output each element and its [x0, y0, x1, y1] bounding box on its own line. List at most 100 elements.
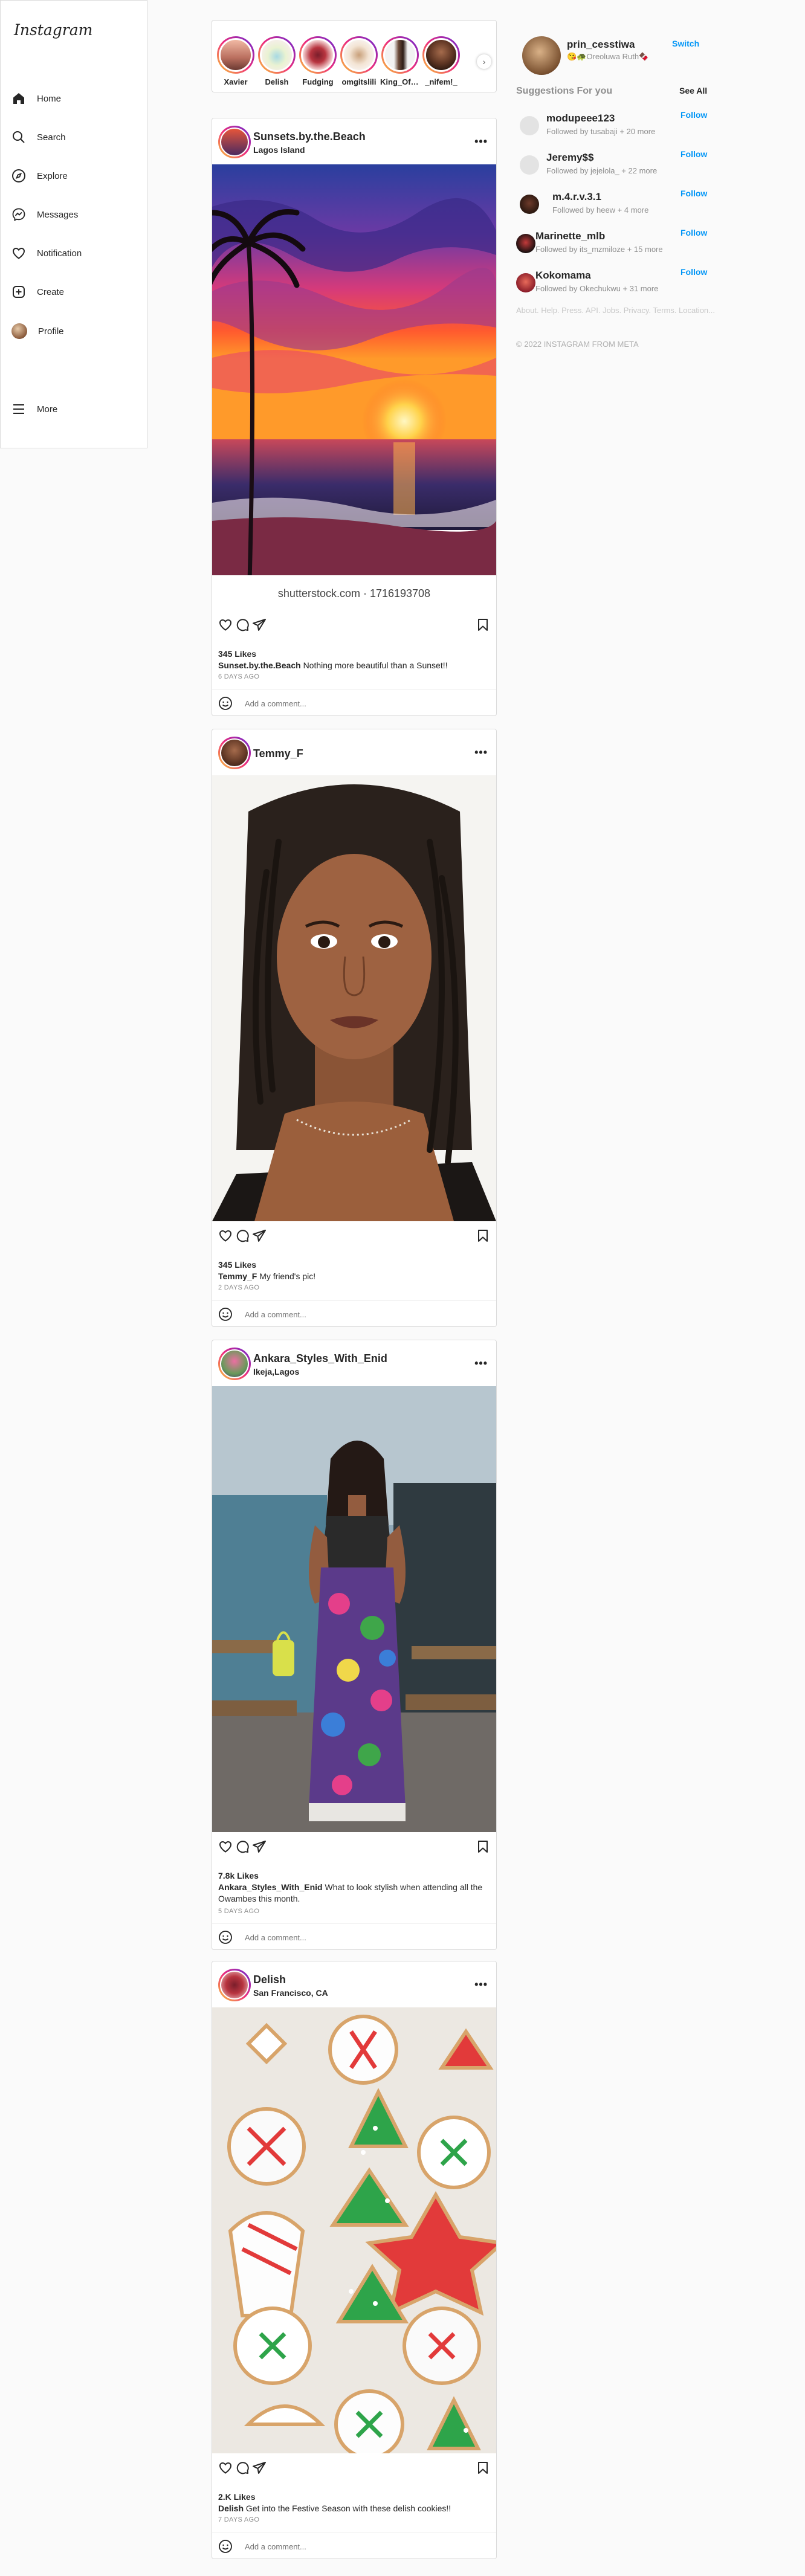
comment-input[interactable] — [245, 2540, 474, 2552]
instagram-logo[interactable]: Instagram — [14, 21, 92, 39]
share-icon[interactable] — [252, 1839, 267, 1854]
bookmark-icon[interactable] — [476, 1839, 490, 1854]
like-count[interactable]: 345 Likes — [218, 649, 256, 659]
comment-bar — [212, 689, 496, 716]
story-item[interactable]: omgitslili — [339, 36, 379, 86]
next-stories-button[interactable]: › — [477, 54, 491, 69]
sidebar-item-messages[interactable]: Messages — [8, 202, 82, 227]
like-count[interactable]: 2.K Likes — [218, 2492, 255, 2502]
post-header: Sunsets.by.the.Beach Lagos Island ••• — [212, 118, 496, 162]
sidebar-item-label: Create — [37, 286, 65, 297]
caption-username[interactable]: Sunset.by.the.Beach — [218, 660, 301, 670]
like-count[interactable]: 7.8k Likes — [218, 1871, 259, 1880]
share-icon[interactable] — [252, 618, 267, 632]
post-timestamp[interactable]: 2 DAYS AGO — [218, 1284, 259, 1291]
avatar[interactable] — [522, 36, 561, 75]
suggestion-username[interactable]: Jeremy$$ — [546, 152, 593, 164]
story-item[interactable]: Fudging — [298, 36, 338, 86]
like-icon[interactable] — [218, 1839, 233, 1854]
footer-links[interactable]: About. Help. Press. API. Jobs. Privacy. … — [516, 305, 716, 317]
story-item[interactable]: King_Of_H — [380, 36, 420, 86]
post-username[interactable]: Temmy_F — [253, 747, 303, 760]
share-icon[interactable] — [252, 2461, 267, 2475]
avatar[interactable] — [520, 116, 539, 135]
like-icon[interactable] — [218, 618, 233, 632]
emoji-icon[interactable] — [218, 1930, 233, 1945]
post-location[interactable]: Lagos Island — [253, 145, 305, 155]
post-image[interactable] — [212, 775, 496, 1221]
suggestion-username[interactable]: Kokomama — [535, 270, 591, 282]
post-username[interactable]: Delish — [253, 1974, 286, 1986]
post-timestamp[interactable]: 6 DAYS AGO — [218, 673, 259, 680]
more-options-icon[interactable]: ••• — [474, 1978, 488, 1991]
avatar[interactable] — [520, 195, 539, 214]
sidebar-item-create[interactable]: Create — [8, 280, 68, 304]
comment-icon[interactable] — [235, 1839, 250, 1854]
follow-button[interactable]: Follow — [681, 149, 707, 159]
comment-input[interactable] — [245, 1931, 474, 1943]
follow-button[interactable]: Follow — [681, 228, 707, 237]
post-avatar[interactable] — [218, 737, 251, 769]
switch-account-button[interactable]: Switch — [672, 39, 699, 48]
sidebar-item-profile[interactable]: Profile — [8, 319, 68, 343]
comment-icon[interactable] — [235, 2461, 250, 2475]
see-all-button[interactable]: See All — [679, 86, 707, 95]
like-icon[interactable] — [218, 2461, 233, 2475]
sidebar-item-notification[interactable]: Notification — [8, 241, 85, 265]
post-image[interactable] — [212, 1386, 496, 1832]
like-count[interactable]: 345 Likes — [218, 1260, 256, 1270]
suggestion-username[interactable]: m.4.r.v.3.1 — [552, 191, 601, 203]
post-card: Sunsets.by.the.Beach Lagos Island ••• sh… — [212, 118, 497, 716]
story-item[interactable]: _nifem!_ — [421, 36, 461, 86]
story-item[interactable]: Delish — [257, 36, 297, 86]
post-timestamp[interactable]: 5 DAYS AGO — [218, 1908, 259, 1915]
sidebar-item-home[interactable]: Home — [8, 86, 65, 111]
post-timestamp[interactable]: 7 DAYS AGO — [218, 2516, 259, 2523]
post-image[interactable] — [212, 2007, 496, 2453]
like-icon[interactable] — [218, 1228, 233, 1243]
emoji-icon[interactable] — [218, 1307, 233, 1322]
post-location[interactable]: Ikeja,Lagos — [253, 1367, 299, 1377]
emoji-icon[interactable] — [218, 696, 233, 711]
suggestion-item: m.4.r.v.3.1 Followed by heew + 4 more Fo… — [516, 189, 716, 225]
follow-button[interactable]: Follow — [681, 189, 707, 198]
sidebar-item-explore[interactable]: Explore — [8, 164, 71, 188]
share-icon[interactable] — [252, 1228, 267, 1243]
more-options-icon[interactable]: ••• — [474, 1357, 488, 1370]
avatar[interactable] — [516, 234, 535, 253]
more-options-icon[interactable]: ••• — [474, 135, 488, 148]
story-item[interactable]: Xavier — [216, 36, 256, 86]
caption-username[interactable]: Delish — [218, 2503, 244, 2513]
post-location[interactable]: San Francisco, CA — [253, 1988, 328, 1998]
post-avatar[interactable] — [218, 1348, 251, 1380]
bookmark-icon[interactable] — [476, 2461, 490, 2475]
post-avatar[interactable] — [218, 1969, 251, 2001]
comment-input[interactable] — [245, 697, 474, 709]
sidebar-item-search[interactable]: Search — [8, 125, 70, 149]
post-avatar[interactable] — [218, 126, 251, 158]
emoji-icon[interactable] — [218, 2539, 233, 2554]
caption-username[interactable]: Temmy_F — [218, 1271, 257, 1281]
comment-icon[interactable] — [235, 1228, 250, 1243]
avatar[interactable] — [520, 155, 539, 175]
caption-text: My friend's pic! — [259, 1271, 316, 1281]
follow-button[interactable]: Follow — [681, 267, 707, 277]
sidebar-item-more[interactable]: More — [8, 397, 61, 421]
bookmark-icon[interactable] — [476, 618, 490, 632]
suggestion-username[interactable]: modupeee123 — [546, 112, 615, 124]
sunset-beach-photo: shutterstock.com · 1716193708 — [212, 164, 496, 610]
post-username[interactable]: Sunsets.by.the.Beach — [253, 131, 366, 143]
bookmark-icon[interactable] — [476, 1228, 490, 1243]
more-options-icon[interactable]: ••• — [474, 746, 488, 759]
suggestion-username[interactable]: Marinette_mlb — [535, 230, 605, 242]
sidebar-item-label: Explore — [37, 170, 68, 181]
post-caption: Delish Get into the Festive Season with … — [218, 2503, 490, 2514]
post-image[interactable]: shutterstock.com · 1716193708 — [212, 164, 496, 610]
caption-username[interactable]: Ankara_Styles_With_Enid — [218, 1882, 323, 1892]
avatar[interactable] — [516, 273, 535, 292]
comment-icon[interactable] — [235, 618, 250, 632]
comment-input[interactable] — [245, 1308, 474, 1320]
follow-button[interactable]: Follow — [681, 110, 707, 120]
post-username[interactable]: Ankara_Styles_With_Enid — [253, 1352, 387, 1365]
current-username[interactable]: prin_cesstiwa — [567, 39, 635, 51]
